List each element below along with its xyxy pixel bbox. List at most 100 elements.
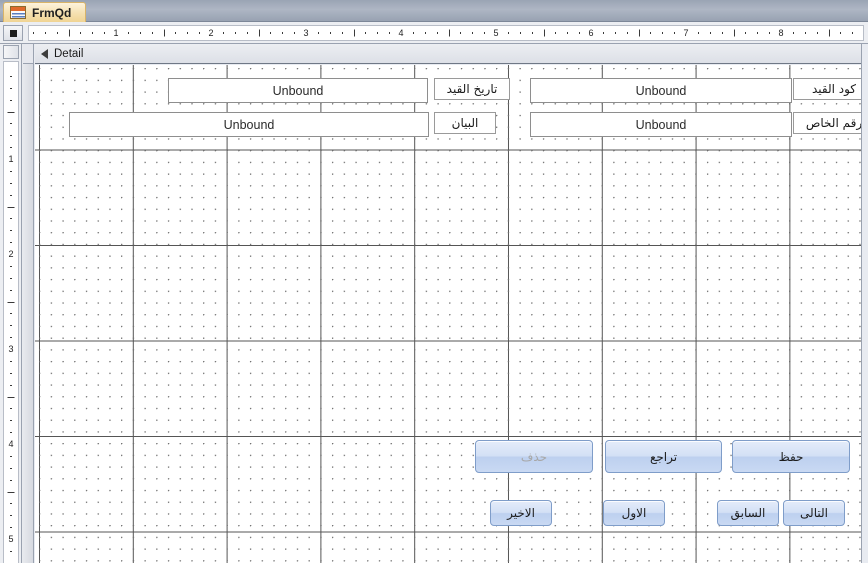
ruler-tick bbox=[317, 32, 319, 34]
section-header-detail[interactable]: Detail bbox=[35, 44, 868, 64]
label-control[interactable]: كود القيد bbox=[793, 78, 868, 100]
ruler-tick-label: 6 bbox=[588, 28, 594, 38]
textbox-control-value: Unbound bbox=[635, 117, 687, 132]
ruler-tick bbox=[175, 32, 177, 34]
horizontal-ruler[interactable]: 1 2 3 4 5 6 7 8 bbox=[0, 22, 868, 44]
ruler-tick bbox=[828, 29, 830, 37]
ruler-tick-label: 7 bbox=[683, 28, 689, 38]
access-form-design-window: FrmQd 1 2 3 4 5 6 7 8 1 2 3 4 5 Detail كود القيد تار… bbox=[0, 0, 868, 563]
ruler-tick bbox=[10, 360, 12, 362]
ruler-tick bbox=[329, 32, 331, 34]
ruler-tick bbox=[92, 32, 94, 34]
textbox-control[interactable]: Unbound bbox=[168, 78, 428, 103]
ruler-tick bbox=[840, 32, 842, 34]
textbox-control-value: Unbound bbox=[635, 83, 687, 98]
ruler-tick bbox=[56, 32, 58, 34]
command-button-label: تراجع bbox=[649, 449, 678, 464]
document-tab-frmqd[interactable]: FrmQd bbox=[3, 2, 87, 22]
ruler-tick bbox=[10, 194, 12, 196]
design-right-edge bbox=[861, 44, 868, 563]
ruler-tick bbox=[709, 32, 711, 34]
textbox-control[interactable]: Unbound bbox=[530, 112, 792, 137]
ruler-tick bbox=[697, 32, 699, 34]
ruler-tick bbox=[638, 29, 640, 37]
ruler-tick bbox=[472, 32, 474, 34]
design-grid-canvas[interactable]: كود القيد تاريخ القيد رقم الخاص البيان Unbou… bbox=[35, 65, 868, 563]
ruler-tick bbox=[733, 29, 735, 37]
ruler-tick bbox=[10, 550, 12, 552]
ruler-tick bbox=[7, 111, 15, 113]
ruler-tick bbox=[10, 75, 12, 77]
ruler-tick bbox=[10, 479, 12, 481]
ruler-tick bbox=[674, 32, 676, 34]
ruler-tick bbox=[816, 32, 818, 34]
ruler-tick bbox=[7, 301, 15, 303]
ruler-tick-label: 3 bbox=[8, 344, 14, 354]
ruler-tick bbox=[10, 384, 12, 386]
ruler-tick bbox=[32, 32, 34, 34]
ruler-tick bbox=[10, 123, 12, 125]
ruler-tick bbox=[804, 32, 806, 34]
ruler-tick bbox=[531, 32, 533, 34]
ruler-tick bbox=[650, 32, 652, 34]
section-selector-column[interactable] bbox=[22, 44, 34, 563]
ruler-tick bbox=[10, 182, 12, 184]
ruler-tick bbox=[10, 515, 12, 517]
ruler-tick bbox=[721, 32, 723, 34]
ruler-tick bbox=[10, 432, 12, 434]
document-tab-strip: FrmQd bbox=[0, 0, 868, 22]
ruler-tick bbox=[460, 32, 462, 34]
ruler-tick bbox=[10, 337, 12, 339]
command-button[interactable]: تراجع bbox=[605, 440, 722, 473]
ruler-tick bbox=[365, 32, 367, 34]
vertical-ruler-head bbox=[3, 45, 19, 59]
ruler-tick bbox=[234, 32, 236, 34]
ruler-tick bbox=[614, 32, 616, 34]
document-tab-label: FrmQd bbox=[32, 5, 72, 20]
ruler-tick bbox=[199, 32, 201, 34]
vertical-ruler-track: 1 2 3 4 5 bbox=[3, 61, 19, 563]
ruler-tick bbox=[44, 32, 46, 34]
ruler-tick-label: 1 bbox=[8, 154, 14, 164]
label-control[interactable]: تاريخ القيد bbox=[434, 78, 510, 100]
section-selector-head[interactable] bbox=[23, 44, 33, 64]
ruler-tick bbox=[602, 32, 604, 34]
ruler-tick bbox=[10, 242, 12, 244]
ruler-tick-label: 2 bbox=[208, 28, 214, 38]
label-control-text: تاريخ القيد bbox=[446, 82, 498, 96]
ruler-tick bbox=[555, 32, 557, 34]
label-control-text: رقم الخاص bbox=[805, 116, 863, 130]
ruler-tick bbox=[258, 29, 260, 37]
ruler-tick bbox=[10, 313, 12, 315]
navigation-button[interactable]: الاخير bbox=[490, 500, 552, 526]
ruler-tick bbox=[484, 32, 486, 34]
ruler-tick bbox=[68, 29, 70, 37]
command-button[interactable]: حذف bbox=[475, 440, 593, 473]
navigation-button[interactable]: التالى bbox=[783, 500, 845, 526]
ruler-tick bbox=[852, 32, 854, 34]
textbox-control[interactable]: Unbound bbox=[69, 112, 429, 137]
vertical-ruler[interactable]: 1 2 3 4 5 bbox=[0, 44, 22, 563]
command-button[interactable]: حفظ bbox=[732, 440, 850, 473]
collapse-triangle-icon[interactable] bbox=[41, 48, 48, 59]
navigation-button[interactable]: الاول bbox=[603, 500, 665, 526]
ruler-tick bbox=[10, 218, 12, 220]
section-header-label: Detail bbox=[54, 47, 84, 60]
design-surface[interactable]: Detail كود القيد تاريخ القيد رقم الخاص البي… bbox=[22, 44, 868, 563]
textbox-control-value: Unbound bbox=[223, 117, 275, 132]
navigation-button[interactable]: السابق bbox=[717, 500, 779, 526]
ruler-tick bbox=[389, 32, 391, 34]
ruler-tick bbox=[222, 32, 224, 34]
ruler-tick bbox=[626, 32, 628, 34]
label-control[interactable]: البيان bbox=[434, 112, 496, 134]
textbox-control[interactable]: Unbound bbox=[530, 78, 792, 103]
label-control[interactable]: رقم الخاص bbox=[793, 112, 868, 134]
ruler-tick bbox=[567, 32, 569, 34]
ruler-tick bbox=[80, 32, 82, 34]
ruler-tick bbox=[745, 32, 747, 34]
label-control-text: كود القيد bbox=[811, 82, 857, 96]
ruler-tick bbox=[246, 32, 248, 34]
ruler-tick bbox=[412, 32, 414, 34]
ruler-tick bbox=[10, 170, 12, 172]
form-selector-button[interactable] bbox=[3, 25, 23, 41]
